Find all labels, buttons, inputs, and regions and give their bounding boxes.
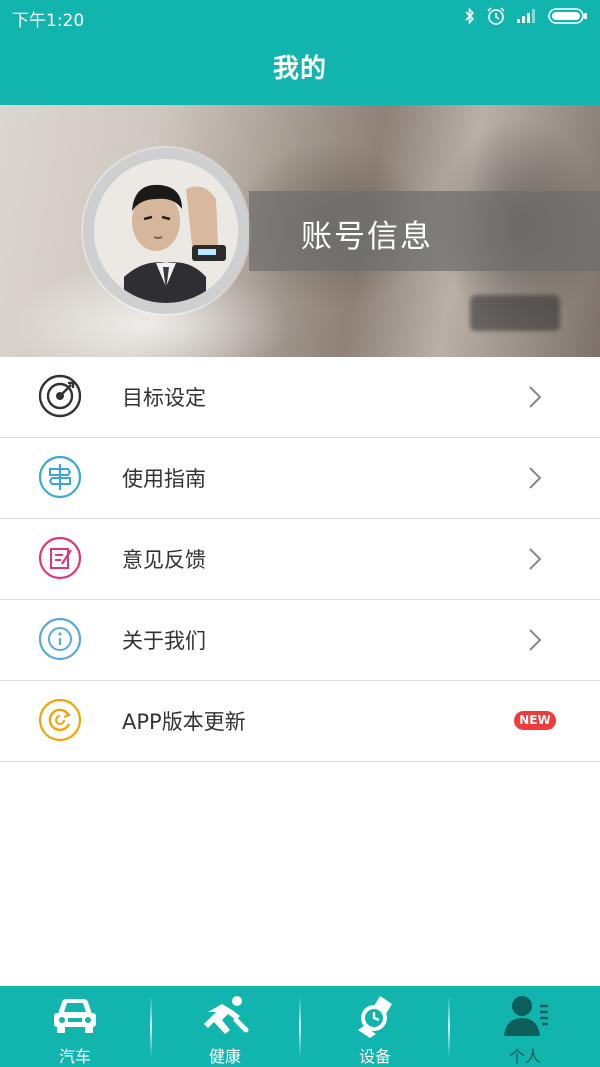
runner-icon — [204, 996, 249, 1034]
tab-device[interactable]: 设备 — [300, 986, 450, 1067]
update-icon — [38, 698, 82, 742]
bluetooth-icon — [465, 7, 475, 25]
tab-label: 设备 — [358, 1047, 391, 1066]
info-icon — [38, 617, 82, 661]
account-info-label: 账号信息 — [301, 219, 433, 255]
screen: 下午1:20 我的 账号信息 目标设定 使用指南 意见反馈 关于我们 APP版本… — [0, 0, 600, 1067]
settings-menu: 目标设定 使用指南 意见反馈 关于我们 APP版本更新 NEW — [0, 357, 600, 762]
tab-label: 个人 — [508, 1047, 541, 1066]
new-badge: NEW — [514, 711, 556, 730]
car-icon — [54, 999, 96, 1033]
signpost-icon — [38, 455, 82, 499]
signal-icon — [517, 9, 535, 23]
chevron-right-icon — [529, 467, 542, 489]
status-icons — [464, 6, 588, 26]
banner-background-decor — [470, 295, 560, 331]
tab-health[interactable]: 健康 — [150, 986, 300, 1067]
tab-label: 健康 — [208, 1047, 241, 1066]
menu-item-feedback[interactable]: 意见反馈 — [0, 519, 600, 600]
alarm-icon — [487, 7, 505, 25]
battery-icon — [548, 8, 587, 24]
tab-car[interactable]: 汽车 — [0, 986, 150, 1067]
menu-item-label: 使用指南 — [122, 467, 206, 491]
avatar-portrait — [94, 159, 238, 303]
status-time: 下午1:20 — [12, 11, 85, 31]
feedback-icon — [38, 536, 82, 580]
menu-item-about[interactable]: 关于我们 — [0, 600, 600, 681]
chevron-right-icon — [529, 386, 542, 408]
chevron-right-icon — [529, 548, 542, 570]
menu-item-label: 关于我们 — [122, 629, 206, 653]
menu-item-label: 意见反馈 — [122, 548, 206, 572]
account-info-bar[interactable]: 账号信息 — [249, 191, 600, 271]
account-banner[interactable]: 账号信息 — [0, 105, 600, 357]
tab-profile[interactable]: 个人 — [450, 986, 600, 1067]
watch-icon — [358, 996, 392, 1038]
avatar[interactable] — [94, 159, 238, 303]
person-icon — [504, 996, 548, 1036]
tab-label: 汽车 — [58, 1047, 91, 1066]
status-bar: 下午1:20 — [0, 0, 600, 34]
chevron-right-icon — [529, 629, 542, 651]
menu-item-label: 目标设定 — [122, 386, 206, 410]
menu-item-guide[interactable]: 使用指南 — [0, 438, 600, 519]
top-bar: 下午1:20 我的 — [0, 0, 600, 105]
bottom-tab-bar: 汽车 健康 设备 个人 — [0, 986, 600, 1067]
page-title: 我的 — [272, 54, 327, 84]
menu-item-app-update[interactable]: APP版本更新 NEW — [0, 681, 600, 762]
target-icon — [38, 374, 82, 418]
menu-item-label: APP版本更新 — [122, 710, 246, 734]
menu-item-target[interactable]: 目标设定 — [0, 357, 600, 438]
